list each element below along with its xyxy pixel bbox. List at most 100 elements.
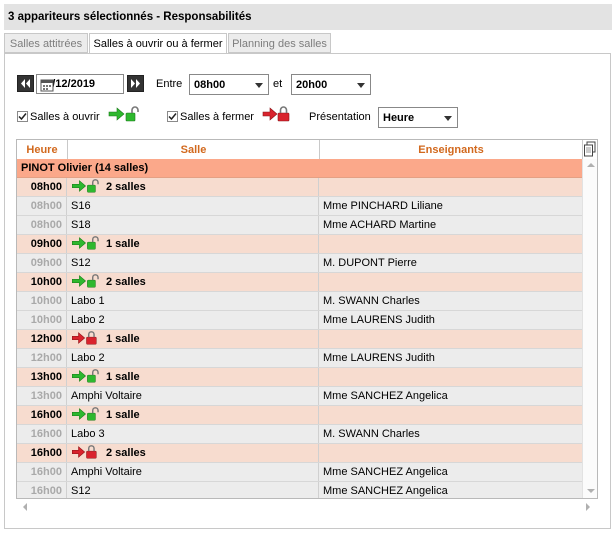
scroll-left-icon[interactable] [23, 503, 27, 511]
checkmark-icon [18, 113, 27, 121]
arrow-red-padlock-closed-icon [71, 444, 102, 460]
scroll-right-icon[interactable] [586, 503, 590, 511]
enseignant-cell [319, 235, 582, 253]
heure-cell: 12h00 [17, 349, 67, 367]
room-count: 1 salle [106, 409, 140, 421]
arrow-green-padlock-open-icon [71, 406, 102, 422]
presentation-label: Présentation [309, 111, 371, 123]
heure-cell: 13h00 [17, 368, 67, 386]
table-row[interactable]: 16h00 Amphi Voltaire Mme SANCHEZ Angelica [17, 463, 582, 482]
salle-cell: 1 salle [67, 235, 319, 253]
vertical-scrollbar[interactable] [582, 159, 597, 498]
salle-cell: Labo 2 [67, 349, 319, 367]
chevron-down-icon [255, 83, 263, 88]
table-header: Heure Salle Enseignants [17, 140, 597, 160]
salles-a-ouvrir-label: Salles à ouvrir [30, 111, 100, 123]
window-title: 3 appariteurs sélectionnés - Responsabil… [4, 4, 612, 30]
time-group-row[interactable]: 09h00 1 salle [17, 235, 582, 254]
presentation-select[interactable]: Heure [378, 107, 458, 128]
time-group-row[interactable]: 16h00 1 salle [17, 406, 582, 425]
start-time-value: 08h00 [194, 79, 226, 91]
tab-planning-des-salles[interactable]: Planning des salles [228, 33, 331, 53]
enseignant-cell [319, 178, 582, 196]
heure-cell: 09h00 [17, 254, 67, 272]
table-row[interactable]: 16h00 S12 Mme SANCHEZ Angelica [17, 482, 582, 498]
enseignant-cell [319, 406, 582, 424]
date-field[interactable]: 02/12/2019 [36, 74, 124, 94]
enseignant-cell [319, 273, 582, 291]
table-row[interactable]: 08h00 S16 Mme PINCHARD Liliane [17, 197, 582, 216]
heure-cell: 10h00 [17, 292, 67, 310]
heure-cell: 16h00 [17, 463, 67, 481]
chevron-down-icon [444, 116, 452, 121]
room-count: 2 salles [106, 447, 146, 459]
salle-cell: Amphi Voltaire [67, 463, 319, 481]
room-count: 2 salles [106, 276, 146, 288]
previous-date-button[interactable] [17, 75, 34, 92]
arrow-green-padlock-open-icon [71, 235, 102, 251]
room-count: 1 salle [106, 238, 140, 250]
copy-icon[interactable] [583, 141, 597, 158]
salle-cell: Amphi Voltaire [67, 387, 319, 405]
end-time-select[interactable]: 20h00 [291, 74, 371, 95]
table-row[interactable]: 12h00 Labo 2 Mme LAURENS Judith [17, 349, 582, 368]
enseignant-cell: Mme SANCHEZ Angelica [323, 485, 448, 497]
enseignant-cell [319, 444, 582, 462]
table-row[interactable]: 10h00 Labo 2 Mme LAURENS Judith [17, 311, 582, 330]
calendar-icon[interactable] [40, 78, 54, 92]
tab-salles-attitrees[interactable]: Salles attitrées [4, 33, 88, 53]
salle-cell: Labo 3 [67, 425, 319, 443]
next-date-button[interactable] [127, 75, 144, 92]
heure-cell: 08h00 [17, 178, 67, 196]
enseignant-cell: Mme LAURENS Judith [323, 314, 435, 326]
salle-cell: 2 salles [67, 444, 319, 462]
heure-cell: 09h00 [17, 235, 67, 253]
owner-name: PINOT Olivier (14 salles) [21, 162, 149, 174]
heure-cell: 08h00 [17, 197, 67, 215]
room-count: 1 salle [106, 333, 140, 345]
time-group-row[interactable]: 12h00 1 salle [17, 330, 582, 349]
heure-cell: 12h00 [17, 330, 67, 348]
tab-salles-a-ouvrir-ou-a-fermer[interactable]: Salles à ouvrir ou à fermer [89, 33, 227, 54]
time-group-row[interactable]: 16h00 2 salles [17, 444, 582, 463]
salle-cell: 2 salles [67, 178, 319, 196]
end-time-value: 20h00 [296, 79, 328, 91]
heure-cell: 13h00 [17, 387, 67, 405]
salles-a-ouvrir-checkbox[interactable] [17, 111, 28, 122]
salles-a-fermer-checkbox[interactable] [167, 111, 178, 122]
heure-cell: 16h00 [17, 425, 67, 443]
enseignant-cell [319, 368, 582, 386]
salle-cell: S16 [67, 197, 319, 215]
start-time-select[interactable]: 08h00 [189, 74, 269, 95]
owner-row[interactable]: PINOT Olivier (14 salles) [17, 159, 582, 178]
time-group-row[interactable]: 13h00 1 salle [17, 368, 582, 387]
chevron-down-icon [357, 83, 365, 88]
table-row[interactable]: 09h00 S12 M. DUPONT Pierre [17, 254, 582, 273]
column-header-heure[interactable]: Heure [17, 140, 68, 159]
salle-cell: 2 salles [67, 273, 319, 291]
time-group-row[interactable]: 10h00 2 salles [17, 273, 582, 292]
salle-cell: S12 [67, 254, 319, 272]
enseignant-cell: M. SWANN Charles [323, 295, 420, 307]
time-group-row[interactable]: 08h00 2 salles [17, 178, 582, 197]
table-row[interactable]: 10h00 Labo 1 M. SWANN Charles [17, 292, 582, 311]
salles-a-fermer-label: Salles à fermer [180, 111, 254, 123]
scroll-down-icon[interactable] [587, 489, 595, 493]
responsabilites-table: Heure Salle Enseignants PINOT Olivier (1… [16, 139, 598, 499]
column-header-salle[interactable]: Salle [68, 140, 320, 159]
arrow-green-padlock-open-icon [108, 105, 142, 126]
scroll-up-icon[interactable] [587, 163, 595, 167]
enseignant-cell: Mme SANCHEZ Angelica [323, 466, 448, 478]
entre-label: Entre [156, 78, 183, 90]
enseignant-cell: M. DUPONT Pierre [323, 257, 417, 269]
table-row[interactable]: 13h00 Amphi Voltaire Mme SANCHEZ Angelica [17, 387, 582, 406]
arrow-green-padlock-open-icon [71, 273, 102, 289]
presentation-value: Heure [383, 112, 415, 124]
column-header-enseignants[interactable]: Enseignants [320, 140, 583, 159]
horizontal-scrollbar[interactable] [16, 499, 598, 514]
salle-cell: S12 [67, 482, 319, 498]
table-row[interactable]: 16h00 Labo 3 M. SWANN Charles [17, 425, 582, 444]
enseignant-cell: Mme ACHARD Martine [323, 219, 437, 231]
table-row[interactable]: 08h00 S18 Mme ACHARD Martine [17, 216, 582, 235]
salle-cell: 1 salle [67, 368, 319, 386]
